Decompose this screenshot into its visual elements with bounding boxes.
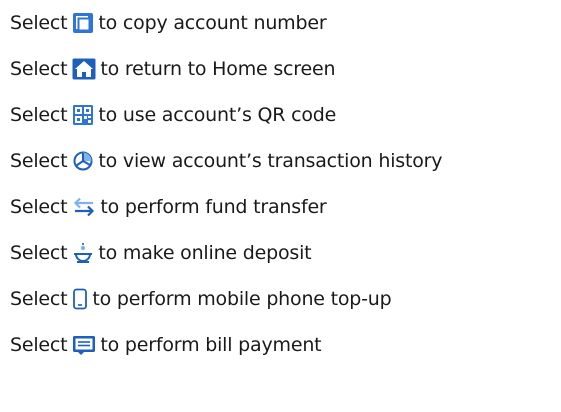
instruction-text: to perform bill payment <box>100 334 322 356</box>
instruction-mobile-top-up: Select to perform mobile phone top-up <box>10 276 555 322</box>
home-icon <box>72 58 96 80</box>
select-label: Select <box>10 58 68 80</box>
instruction-text: to perform fund transfer <box>100 196 327 218</box>
instruction-bill-payment: Select to perform bill payment <box>10 322 555 368</box>
instruction-home: Select to return to Home screen <box>10 46 555 92</box>
select-label: Select <box>10 150 68 172</box>
instruction-text: to copy account number <box>98 12 327 34</box>
instruction-text: to return to Home screen <box>100 58 336 80</box>
instruction-online-deposit: Select to make online deposit <box>10 230 555 276</box>
instruction-copy-account: Select to copy account number <box>10 0 555 46</box>
select-label: Select <box>10 196 68 218</box>
instruction-text: to use account’s QR code <box>98 104 337 126</box>
qr-code-icon <box>72 104 94 126</box>
select-label: Select <box>10 12 68 34</box>
instruction-text: to perform mobile phone top-up <box>92 288 392 310</box>
instruction-text: to make online deposit <box>98 242 312 264</box>
select-label: Select <box>10 288 68 310</box>
select-label: Select <box>10 334 68 356</box>
instruction-text: to view account’s transaction history <box>98 150 443 172</box>
instruction-transaction-history: Select to view account’s transaction his… <box>10 138 555 184</box>
transaction-history-icon <box>72 150 94 172</box>
instruction-list: Select to copy account number Select to … <box>10 0 555 368</box>
copy-icon <box>72 12 94 34</box>
bill-payment-icon <box>72 334 96 356</box>
mobile-top-up-icon <box>72 288 88 310</box>
select-label: Select <box>10 104 68 126</box>
instruction-fund-transfer: Select to perform fund transfer <box>10 184 555 230</box>
fund-transfer-icon <box>72 196 96 218</box>
online-deposit-icon <box>72 242 94 264</box>
instruction-qr-code: Select to use account’s QR code <box>10 92 555 138</box>
select-label: Select <box>10 242 68 264</box>
